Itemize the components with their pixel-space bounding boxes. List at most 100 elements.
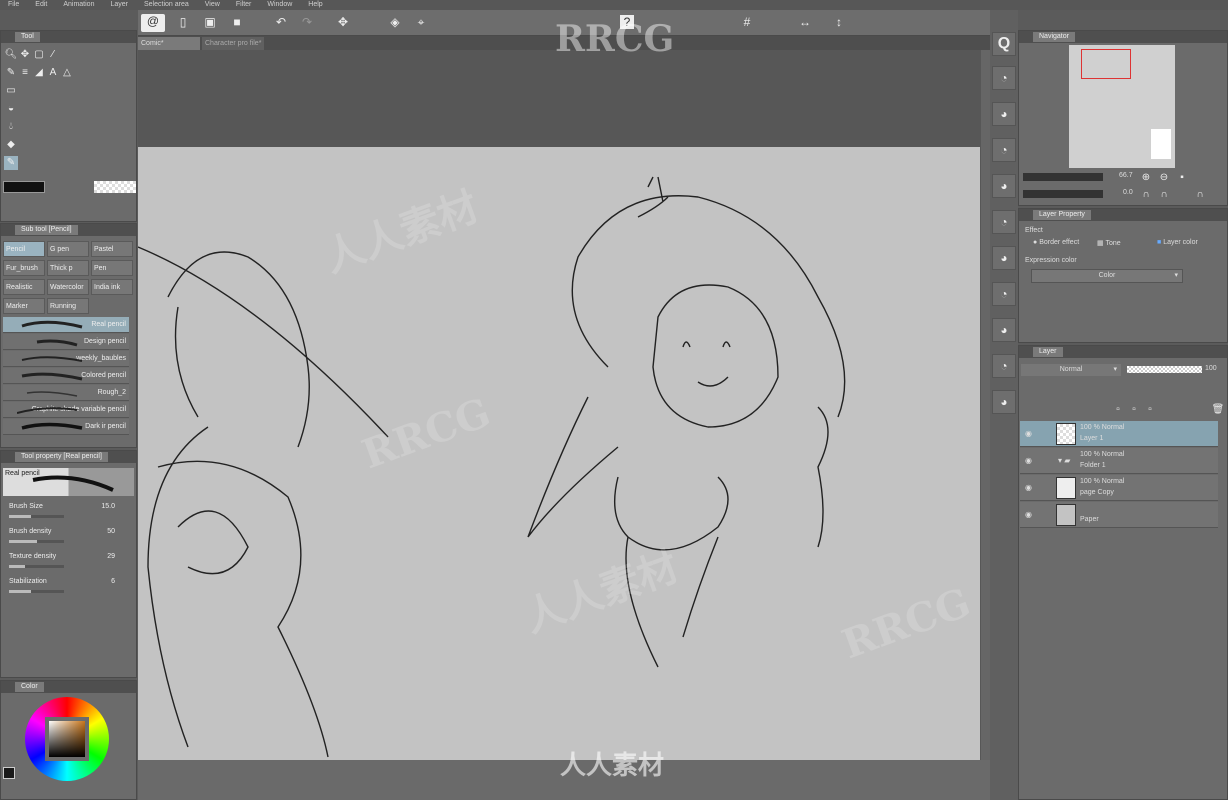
subtool-g-pen[interactable]: G pen bbox=[47, 241, 89, 257]
vertical-scrollbar[interactable] bbox=[981, 50, 990, 760]
layer-name[interactable]: page Copy bbox=[1080, 489, 1114, 496]
new-vector-layer-icon[interactable]: ▫ bbox=[1127, 402, 1141, 416]
layer-name[interactable]: Paper bbox=[1080, 516, 1099, 523]
menu-filter[interactable]: Filter bbox=[228, 0, 260, 10]
slider[interactable] bbox=[9, 540, 64, 543]
texture-density-property[interactable]: Texture density 29 bbox=[9, 553, 127, 568]
canvas-paper[interactable] bbox=[137, 147, 980, 760]
subtool-marker[interactable]: Marker bbox=[3, 298, 45, 314]
material-icon[interactable]: ◔ bbox=[992, 66, 1016, 90]
subtool-watercolor[interactable]: Watercolor bbox=[47, 279, 89, 295]
opacity-value[interactable]: 100 bbox=[1205, 365, 1217, 372]
menu-file[interactable]: File bbox=[0, 0, 27, 10]
subtool-pencil[interactable]: Pencil bbox=[3, 241, 45, 257]
save-icon[interactable]: ■ bbox=[230, 15, 244, 29]
layer-row-paper[interactable]: ◉ Paper bbox=[1020, 502, 1218, 528]
blend-mode-dropdown[interactable]: Normal ▾ bbox=[1021, 364, 1121, 376]
rotate-left-icon[interactable]: ∩ bbox=[1139, 187, 1153, 201]
subtool-thick-pencil[interactable]: Thick p bbox=[47, 260, 89, 276]
stabilization-property[interactable]: Stabilization 6 bbox=[9, 578, 127, 593]
eraser-tool-icon[interactable]: ◒ bbox=[4, 102, 18, 116]
layer-row-page-copy[interactable]: ◉ 100 % Normal page Copy bbox=[1020, 475, 1218, 501]
brush-colored-pencil[interactable]: Colored pencil bbox=[3, 368, 129, 384]
help-icon[interactable]: ? bbox=[620, 15, 634, 29]
selection-tool-icon[interactable]: ▢ bbox=[32, 48, 46, 62]
new-raster-layer-icon[interactable]: ▫ bbox=[1111, 402, 1125, 416]
eye-icon[interactable]: ◉ bbox=[1025, 510, 1032, 519]
transform-icon[interactable]: ✥ bbox=[336, 15, 350, 29]
menu-help[interactable]: Help bbox=[300, 0, 330, 10]
brush-rough-2[interactable]: Rough_2 bbox=[3, 385, 129, 401]
subtool-fur-brush[interactable]: Fur_brush bbox=[3, 260, 45, 276]
layer-color-button[interactable]: ■ Layer color bbox=[1157, 239, 1198, 246]
clip-studio-icon[interactable]: @ bbox=[141, 14, 165, 32]
value[interactable]: 50 bbox=[107, 528, 115, 535]
menu-edit[interactable]: Edit bbox=[27, 0, 55, 10]
subtool-realistic[interactable]: Realistic bbox=[3, 279, 45, 295]
layer-row-layer-1[interactable]: ◉ 100 % Normal Layer 1 bbox=[1020, 421, 1218, 447]
slider[interactable] bbox=[9, 565, 64, 568]
open-file-icon[interactable]: ▣ bbox=[203, 15, 217, 29]
new-folder-icon[interactable]: ▫ bbox=[1143, 402, 1157, 416]
brush-real-pencil[interactable]: Real pencil bbox=[3, 317, 129, 333]
zoom-tool-icon[interactable]: 🔍︎ bbox=[4, 48, 18, 62]
material-icon[interactable]: ◔ bbox=[992, 138, 1016, 162]
brush-graphite-shade[interactable]: Graphite shade variable pencil bbox=[3, 402, 129, 418]
material-icon[interactable]: ◔ bbox=[992, 210, 1016, 234]
pen-tool-icon[interactable]: ✎ bbox=[4, 66, 18, 80]
new-file-icon[interactable]: ▯ bbox=[176, 15, 190, 29]
material-icon[interactable]: ◕ bbox=[992, 390, 1016, 414]
delete-layer-icon[interactable]: 🗑︎ bbox=[1211, 402, 1225, 416]
expression-color-dropdown[interactable]: Color ▾ bbox=[1031, 269, 1183, 283]
eye-icon[interactable]: ◉ bbox=[1025, 429, 1032, 438]
opacity-slider[interactable] bbox=[1127, 366, 1202, 373]
rotation-slider[interactable] bbox=[1023, 190, 1103, 198]
material-icon[interactable]: ◕ bbox=[992, 174, 1016, 198]
view-frame[interactable] bbox=[1081, 49, 1131, 79]
rotate-right-icon[interactable]: ∩ bbox=[1157, 187, 1171, 201]
saturation-value-square[interactable] bbox=[45, 717, 89, 761]
fill-tool-icon[interactable]: ◢ bbox=[32, 66, 46, 80]
text-tool-icon[interactable]: A bbox=[46, 66, 60, 80]
grid-icon[interactable]: # bbox=[740, 15, 754, 29]
subtool-pen[interactable]: Pen bbox=[91, 260, 133, 276]
undo-icon[interactable]: ↶ bbox=[274, 15, 288, 29]
brush-tool-icon[interactable]: ≡ bbox=[18, 66, 32, 80]
border-effect-button[interactable]: ● Border effect bbox=[1033, 239, 1079, 246]
brush-density-property[interactable]: Brush density 50 bbox=[9, 528, 127, 543]
search-icon[interactable]: Q bbox=[992, 32, 1016, 56]
zoom-in-icon[interactable]: ⊕ bbox=[1139, 170, 1153, 184]
subtool-pastel[interactable]: Pastel bbox=[91, 241, 133, 257]
eye-icon[interactable]: ◉ bbox=[1025, 456, 1032, 465]
subtool-india-ink[interactable]: India ink bbox=[91, 279, 133, 295]
tab-comic[interactable]: Comic* bbox=[138, 37, 200, 50]
redo-icon[interactable]: ↷ bbox=[300, 15, 314, 29]
material-icon[interactable]: ◕ bbox=[992, 102, 1016, 126]
layer-name[interactable]: Folder 1 bbox=[1080, 462, 1106, 469]
subtool-running[interactable]: Running bbox=[47, 298, 89, 314]
move-tool-icon[interactable]: ✥ bbox=[18, 48, 32, 62]
brush-design-pencil[interactable]: Design pencil bbox=[3, 334, 129, 350]
tab-character-profile[interactable]: Character pro file* bbox=[202, 37, 264, 50]
main-color-chip[interactable] bbox=[3, 767, 15, 779]
tone-button[interactable]: ▦ Tone bbox=[1097, 239, 1121, 247]
flip-vertical-icon[interactable]: ↕ bbox=[832, 15, 846, 29]
layer-row-folder-1[interactable]: ◉ ▾ ▰ 100 % Normal Folder 1 bbox=[1020, 448, 1218, 474]
fit-icon[interactable]: ▪ bbox=[1175, 170, 1189, 184]
material-icon[interactable]: ◕ bbox=[992, 246, 1016, 270]
zoom-out-icon[interactable]: ⊖ bbox=[1157, 170, 1171, 184]
blend-tool-icon[interactable]: 💧︎ bbox=[4, 120, 18, 134]
menu-layer[interactable]: Layer bbox=[102, 0, 136, 10]
menu-selection-area[interactable]: Selection area bbox=[136, 0, 197, 10]
material-icon[interactable]: ◔ bbox=[992, 282, 1016, 306]
fill-icon[interactable]: ◈ bbox=[388, 15, 402, 29]
material-icon[interactable]: ◔ bbox=[992, 354, 1016, 378]
value[interactable]: 15.0 bbox=[101, 503, 115, 510]
main-color-swatch[interactable] bbox=[3, 181, 45, 193]
value[interactable]: 6 bbox=[111, 578, 115, 585]
menu-window[interactable]: Window bbox=[259, 0, 300, 10]
transparent-color-swatch[interactable] bbox=[94, 181, 136, 193]
layer-name[interactable]: Layer 1 bbox=[1080, 435, 1103, 442]
menu-view[interactable]: View bbox=[197, 0, 228, 10]
slider[interactable] bbox=[9, 515, 64, 518]
